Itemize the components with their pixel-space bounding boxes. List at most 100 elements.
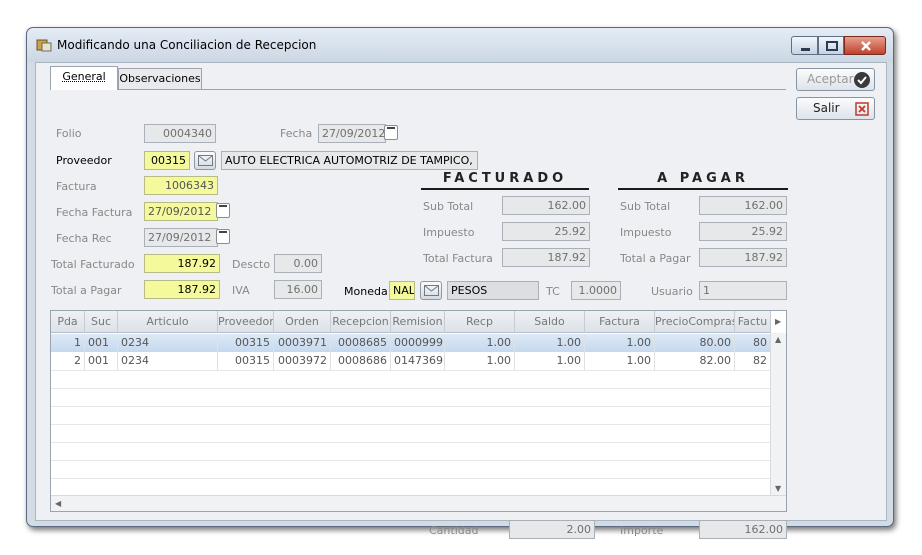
column-header[interactable]: Orden [274, 311, 331, 333]
moneda-lookup-button[interactable] [420, 281, 442, 300]
column-header[interactable]: PrecioCompras [655, 311, 735, 333]
facturado-heading: FACTURADO [442, 171, 568, 186]
total-pagar-label: Total a Pagar [51, 284, 122, 297]
grid-cell: 1.00 [445, 334, 515, 352]
scroll-left-icon[interactable]: ◀ [55, 499, 61, 508]
cantidad-field: 2.00 [509, 520, 595, 539]
row-divider [51, 424, 771, 425]
accept-button[interactable]: Aceptar [796, 68, 875, 91]
importe-label: Importe [620, 524, 664, 537]
grid-cell: 1.00 [585, 334, 655, 352]
row-divider [51, 478, 771, 479]
column-header[interactable]: Suc [85, 311, 118, 333]
fecha-field: 27/09/2012 [318, 124, 386, 143]
fecha-rec-label: Fecha Rec [56, 232, 112, 245]
grid-cell: 0000999 [391, 334, 445, 352]
tc-field: 1.0000 [571, 281, 621, 300]
column-header[interactable]: Proveedor [218, 311, 274, 333]
apagar-impuesto-field: 25.92 [699, 222, 787, 241]
tc-label: TC [546, 285, 560, 298]
moneda-name-field: PESOS [447, 281, 539, 300]
facturado-impuesto-label: Impuesto [423, 226, 475, 239]
envelope-icon [424, 285, 439, 296]
factura-label: Factura [56, 180, 97, 193]
grid-cell: 0003971 [274, 334, 331, 352]
grid-cell: 82 [735, 352, 771, 370]
facturado-total-field: 187.92 [502, 248, 590, 267]
apagar-subtotal-field: 162.00 [699, 196, 787, 215]
facturado-rule [421, 188, 589, 190]
cantidad-label: Cantidad [429, 524, 479, 537]
row-divider [51, 388, 771, 389]
vertical-scrollbar[interactable]: ▲ ▼ [770, 333, 786, 495]
grid-cell: 80.00 [655, 334, 735, 352]
grid-cell: 001 [85, 334, 118, 352]
close-button[interactable] [844, 36, 886, 55]
tab-divider [50, 89, 786, 90]
grid-cell: 0003972 [274, 352, 331, 370]
scroll-right-icon[interactable]: ▶ [775, 317, 781, 326]
importe-field: 162.00 [699, 520, 787, 539]
scroll-down-icon[interactable]: ▼ [775, 484, 781, 493]
apagar-impuesto-label: Impuesto [620, 226, 672, 239]
grid-cell: 2 [51, 352, 85, 370]
fecha-factura-label: Fecha Factura [56, 206, 133, 219]
tab-general[interactable]: General [50, 66, 118, 90]
scroll-up-icon[interactable]: ▲ [775, 335, 781, 344]
calendar-icon[interactable] [216, 229, 230, 244]
grid-cell: 1 [51, 334, 85, 352]
check-icon [854, 72, 870, 88]
column-header[interactable]: Factu [735, 311, 771, 333]
total-pagar-input[interactable]: 187.92 [144, 280, 220, 299]
grid-cell: 0008686 [331, 352, 391, 370]
column-header[interactable]: Remision [391, 311, 445, 333]
column-header[interactable]: Saldo [515, 311, 585, 333]
factura-input[interactable]: 1006343 [144, 176, 218, 195]
window-title: Modificando una Conciliacion de Recepcio… [57, 38, 317, 52]
apagar-subtotal-label: Sub Total [620, 200, 671, 213]
envelope-icon [198, 155, 213, 166]
exit-button[interactable]: Salir [796, 97, 875, 120]
folio-field: 0004340 [144, 124, 216, 143]
column-header[interactable]: Recp [445, 311, 515, 333]
grid-cell: 1.00 [445, 352, 515, 370]
grid-cell: 0234 [118, 334, 218, 352]
grid-cell: 1.00 [515, 334, 585, 352]
calendar-icon[interactable] [384, 125, 398, 140]
usuario-field: 1 [699, 281, 787, 300]
minimize-button[interactable] [791, 36, 818, 55]
grid-cell: 1.00 [515, 352, 585, 370]
detail-grid[interactable]: Pda Suc Articulo Proveedor Orden Recepci… [50, 310, 787, 512]
descto-label: Descto [232, 258, 271, 271]
fecha-label: Fecha [280, 127, 313, 140]
fecha-factura-input[interactable]: 27/09/2012 [144, 202, 218, 221]
grid-cell: 0234 [118, 352, 218, 370]
column-header[interactable]: Articulo [118, 311, 218, 333]
grid-header: Pda Suc Articulo Proveedor Orden Recepci… [51, 311, 771, 333]
proveedor-name-field: AUTO ELECTRICA AUTOMOTRIZ DE TAMPICO, S.… [221, 151, 478, 170]
column-header[interactable]: Pda [51, 311, 85, 333]
proveedor-lookup-button[interactable] [194, 151, 216, 170]
folio-label: Folio [56, 127, 82, 140]
proveedor-code-input[interactable]: 00315 [144, 151, 190, 170]
calendar-icon[interactable] [216, 203, 230, 218]
grid-cell: 1.00 [585, 352, 655, 370]
usuario-label: Usuario [651, 285, 693, 298]
column-header[interactable]: Recepcion [331, 311, 391, 333]
dialog-content: General Observaciones Aceptar Salir Foli… [35, 62, 887, 539]
facturado-total-label: Total Factura [423, 252, 493, 265]
tab-observaciones[interactable]: Observaciones [118, 68, 202, 90]
table-row[interactable]: 2 001 0234 00315 0003972 0008686 0147369… [51, 352, 771, 370]
maximize-button[interactable] [818, 36, 844, 55]
maximize-icon [826, 41, 838, 51]
total-facturado-input[interactable]: 187.92 [144, 254, 220, 273]
title-bar[interactable]: Modificando una Conciliacion de Recepcio… [27, 28, 893, 62]
row-divider [51, 442, 771, 443]
grid-cell: 82.00 [655, 352, 735, 370]
column-header[interactable]: Factura [585, 311, 655, 333]
moneda-label: Moneda [344, 285, 388, 298]
horizontal-scrollbar[interactable]: ◀ [51, 495, 786, 511]
table-row[interactable]: 1 001 0234 00315 0003971 0008685 0000999… [51, 334, 771, 352]
moneda-code-input[interactable]: NAL [389, 281, 415, 300]
grid-cell: 0147369 [391, 352, 445, 370]
